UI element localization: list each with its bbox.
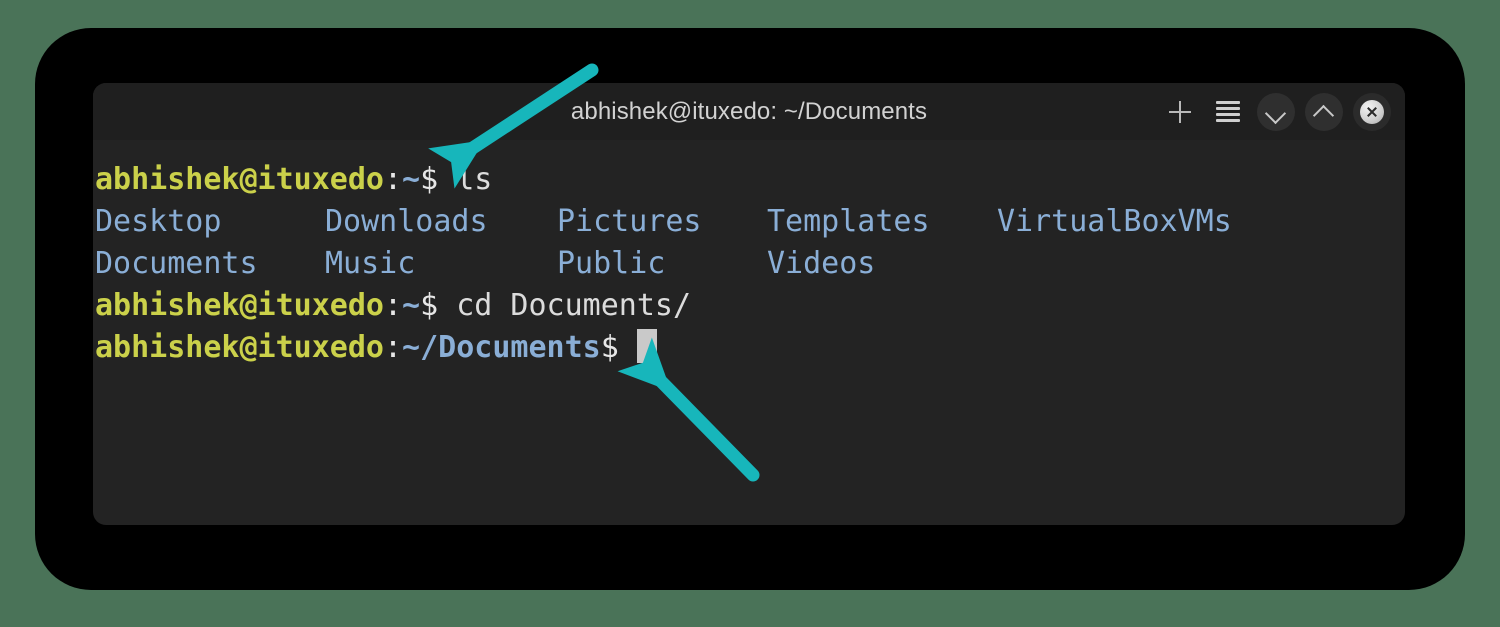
prompt-dollar: $	[420, 162, 439, 197]
text-cursor	[636, 329, 657, 363]
ls-entry-templates: Templates	[767, 204, 930, 239]
window-controls	[1161, 83, 1391, 140]
ls-entry-desktop: Desktop	[95, 204, 222, 239]
terminal-line-prompt-ls: abhishek@ituxedo:~$ ls	[95, 159, 492, 201]
chevron-up-icon	[1314, 102, 1334, 122]
menu-button[interactable]	[1209, 93, 1247, 131]
prompt-user: abhishek@ituxedo	[95, 288, 384, 323]
ls-entry-documents: Documents	[95, 246, 258, 281]
terminal-titlebar[interactable]: abhishek@ituxedo: ~/Documents	[93, 83, 1405, 140]
terminal-window: abhishek@ituxedo: ~/Documents abhishek@i…	[93, 83, 1405, 525]
ls-entry-virtualboxvms: VirtualBoxVMs	[997, 204, 1232, 239]
prompt-user: abhishek@ituxedo	[95, 330, 384, 365]
close-button[interactable]	[1353, 92, 1391, 131]
terminal-line-prompt-cd: abhishek@ituxedo:~$ cd Documents/	[95, 285, 691, 327]
ls-entry-pictures: Pictures	[557, 204, 702, 239]
maximize-button[interactable]	[1305, 92, 1343, 131]
hamburger-menu-icon	[1216, 101, 1240, 122]
prompt-path: ~	[402, 162, 421, 197]
chevron-down-icon	[1266, 102, 1286, 122]
prompt-path: ~	[402, 288, 421, 323]
command-ls: ls	[438, 162, 493, 197]
command-cd: cd Documents/	[438, 288, 692, 323]
prompt-user: abhishek@ituxedo	[95, 162, 384, 197]
ls-entry-videos: Videos	[767, 246, 876, 281]
new-tab-button[interactable]	[1161, 93, 1199, 131]
ls-entry-music: Music	[325, 246, 416, 281]
ls-entry-public: Public	[557, 246, 666, 281]
plus-icon	[1169, 100, 1191, 123]
prompt-path-documents: ~/Documents	[402, 330, 601, 365]
terminal-output-area[interactable]: abhishek@ituxedo:~$ ls Desktop Downloads…	[93, 140, 1405, 525]
close-icon	[1360, 99, 1384, 124]
prompt-dollar: $	[420, 288, 439, 323]
prompt-dollar: $	[600, 330, 619, 365]
prompt-colon: :	[383, 330, 403, 365]
prompt-colon: :	[383, 162, 403, 197]
ls-entry-downloads: Downloads	[325, 204, 488, 239]
prompt-colon: :	[383, 288, 403, 323]
minimize-button[interactable]	[1257, 92, 1295, 131]
terminal-line-prompt-documents: abhishek@ituxedo:~/Documents$	[95, 327, 657, 369]
